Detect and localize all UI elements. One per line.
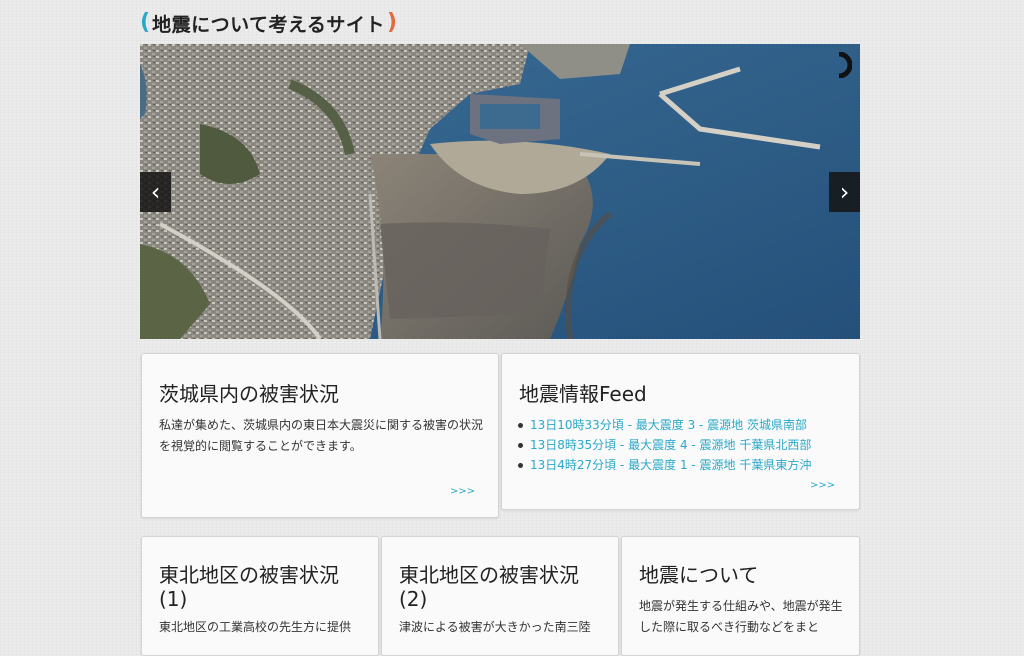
loading-spinner-icon: [838, 52, 852, 78]
slider-next-button[interactable]: ›: [829, 172, 860, 212]
card-about-earthquakes: 地震について 地震が発生する仕組みや、地震が発生した際に取るべき行動などをまと: [621, 536, 860, 656]
chevron-left-icon: ‹: [150, 178, 161, 206]
feed-list: 13日10時33分頃 - 最大震度 3 - 震源地 茨城県南部 13日8時35分…: [517, 415, 811, 475]
image-slider: ‹ ›: [140, 44, 860, 339]
site-title-text: 地震について考えるサイト: [152, 13, 385, 36]
card-earthquake-feed: 地震情報Feed 13日10時33分頃 - 最大震度 3 - 震源地 茨城県南部…: [501, 353, 860, 510]
feed-item[interactable]: 13日8時35分頃 - 最大震度 4 - 震源地 千葉県北西部: [517, 435, 811, 455]
card-title: 東北地区の被害状況(2): [399, 563, 579, 611]
card-body: 東北地区の工業高校の先生方に提供: [159, 620, 352, 634]
title-paren-right: ): [386, 10, 397, 35]
card-title: 地震情報Feed: [519, 382, 647, 406]
more-link[interactable]: >>>: [810, 480, 835, 491]
card-title: 東北地区の被害状況(1): [159, 563, 339, 611]
feed-item[interactable]: 13日10時33分頃 - 最大震度 3 - 震源地 茨城県南部: [517, 415, 811, 435]
card-damage-ibaraki: 茨城県内の被害状況 私達が集めた、茨城県内の東日本大震災に関する被害の状況を視覚…: [141, 353, 499, 518]
slider-prev-button[interactable]: ‹: [140, 172, 171, 212]
card-tohoku-1: 東北地区の被害状況(1) 東北地区の工業高校の先生方に提供: [141, 536, 379, 656]
card-title: 地震について: [639, 563, 759, 587]
card-body: 津波による被害が大きかった南三陸: [399, 620, 591, 634]
chevron-right-icon: ›: [839, 178, 850, 206]
more-link[interactable]: >>>: [450, 486, 475, 497]
card-body: 私達が集めた、茨城県内の東日本大震災に関する被害の状況を視覚的に閲覧することがで…: [159, 418, 484, 453]
site-title[interactable]: ( 地震について考えるサイト ): [140, 10, 397, 36]
card-title: 茨城県内の被害状況: [159, 382, 339, 406]
card-tohoku-2: 東北地区の被害状況(2) 津波による被害が大きかった南三陸: [381, 536, 619, 656]
title-paren-left: (: [140, 10, 151, 35]
card-body: 地震が発生する仕組みや、地震が発生した際に取るべき行動などをまと: [639, 599, 843, 634]
slide-image: [140, 44, 860, 339]
feed-item[interactable]: 13日4時27分頃 - 最大震度 1 - 震源地 千葉県東方沖: [517, 455, 811, 475]
